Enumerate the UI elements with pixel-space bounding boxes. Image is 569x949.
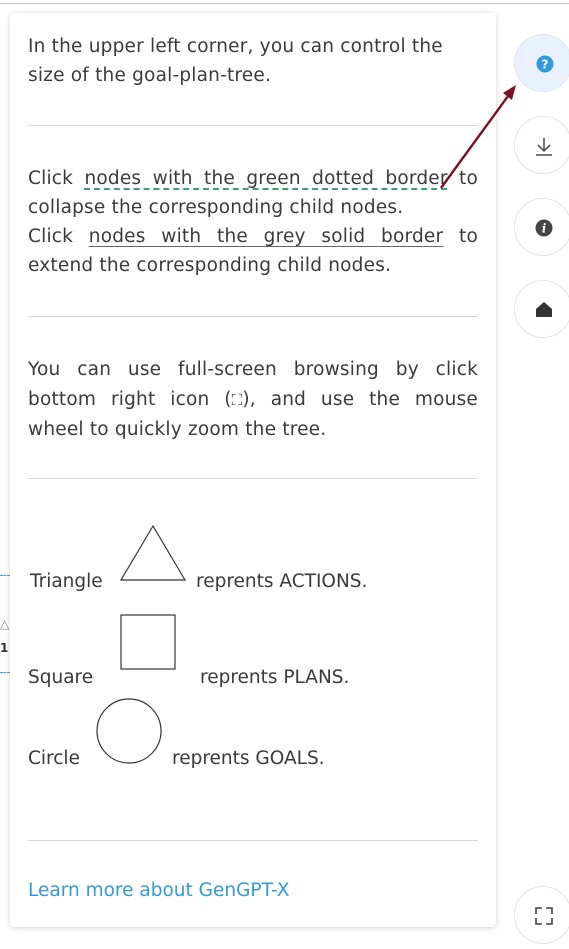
home-button[interactable] xyxy=(514,280,569,338)
svg-text:i: i xyxy=(542,222,547,236)
info-icon: i xyxy=(535,219,553,237)
fullscreen-button[interactable] xyxy=(514,886,569,944)
fullscreen-icon xyxy=(535,907,553,925)
download-button[interactable] xyxy=(514,116,569,174)
question-icon: ? xyxy=(536,55,554,73)
download-icon xyxy=(536,138,552,156)
svg-text:?: ? xyxy=(542,58,549,72)
home-icon xyxy=(536,302,552,317)
help-button[interactable]: ? xyxy=(514,34,569,92)
pointer-arrow xyxy=(440,85,516,189)
info-button[interactable]: i xyxy=(514,198,569,256)
